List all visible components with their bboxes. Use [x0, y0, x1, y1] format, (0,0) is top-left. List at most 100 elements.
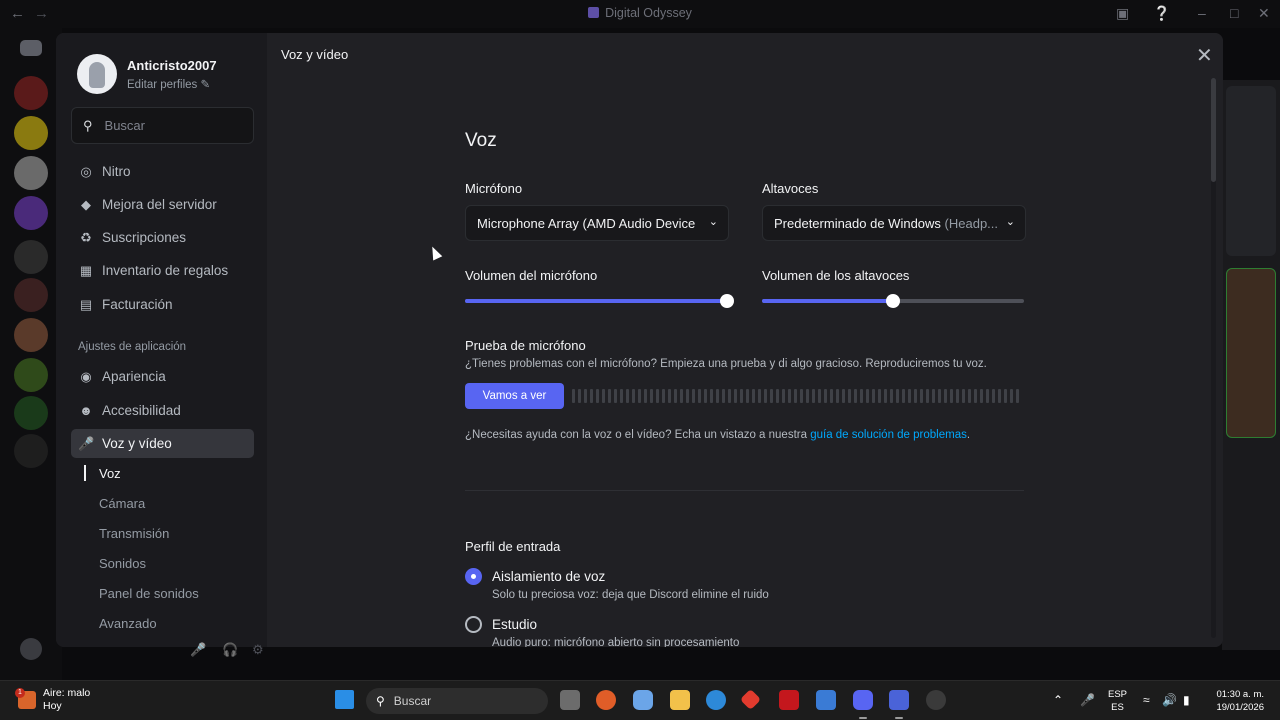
server-icon[interactable] [14, 318, 48, 352]
discord-home-icon[interactable] [20, 40, 42, 56]
help-text: ¿Necesitas ayuda con la voz o el vídeo? … [465, 429, 971, 441]
meter-bar [812, 389, 815, 403]
meter-bar [638, 389, 641, 403]
speakers-select[interactable]: Predeterminado de Windows (Headp... ⌄ [762, 205, 1026, 241]
server-icon[interactable] [14, 278, 48, 312]
sidebar-item-voice-video[interactable]: 🎤 Voz y vídeo [71, 429, 254, 458]
meter-bar [956, 389, 959, 403]
sidebar-item-accessibility[interactable]: ☻ Accesibilidad [71, 396, 254, 425]
headphones-icon[interactable]: 🎧 [222, 642, 238, 658]
meter-bar [644, 389, 647, 403]
maximize-icon[interactable]: □ [1230, 5, 1238, 21]
app-icon[interactable] [739, 688, 762, 711]
meter-bar [584, 389, 587, 403]
sub-item-soundboard[interactable]: Panel de sonidos [99, 586, 199, 601]
server-icon[interactable] [14, 196, 48, 230]
edit-profiles-link[interactable]: Editar perfiles ✎ [127, 77, 217, 91]
brave-browser-icon[interactable] [596, 690, 616, 710]
settings-search[interactable]: ⚲ Buscar [71, 107, 254, 144]
windows-start-icon[interactable] [335, 690, 354, 709]
mail-icon[interactable] [816, 690, 836, 710]
boost-icon: ◆ [81, 196, 91, 212]
palette-icon: ◉ [80, 368, 92, 384]
sub-item-sounds[interactable]: Sonidos [99, 556, 146, 571]
search-input[interactable]: Buscar [105, 118, 145, 133]
sidebar-item-nitro[interactable]: ◎ Nitro [71, 157, 254, 186]
background-card [1226, 268, 1276, 438]
server-icon[interactable] [14, 156, 48, 190]
sidebar-item-server-boost[interactable]: ◆ Mejora del servidor [71, 190, 254, 219]
server-icon[interactable] [14, 76, 48, 110]
meter-bar [710, 389, 713, 403]
discord-icon[interactable] [853, 690, 873, 710]
server-icon[interactable] [14, 434, 48, 468]
chevron-up-icon[interactable]: ⌃ [1053, 693, 1063, 707]
sidebar-item-billing[interactable]: ▤ Facturación [71, 290, 254, 319]
meter-bar [770, 389, 773, 403]
mcafee-icon[interactable] [779, 690, 799, 710]
meter-bar [728, 389, 731, 403]
radio-studio[interactable] [465, 616, 482, 633]
clock[interactable]: 01:30 a. m. 19/01/2026 [1208, 688, 1264, 714]
server-icon[interactable] [14, 358, 48, 392]
troubleshooting-link[interactable]: guía de solución de problemas [810, 429, 967, 441]
sub-item-camera[interactable]: Cámara [99, 496, 145, 511]
notification-badge: 1 [15, 688, 25, 698]
meter-bar [974, 389, 977, 403]
task-view-icon[interactable] [560, 690, 580, 710]
slider-handle[interactable] [720, 294, 734, 308]
close-window-icon[interactable]: ✕ [1258, 5, 1270, 22]
meter-bar [860, 389, 863, 403]
help-app-icon[interactable] [706, 690, 726, 710]
meter-bar [776, 389, 779, 403]
chevron-down-icon: ⌄ [1005, 216, 1015, 228]
settings-content: Voz y vídeo ✕ Voz Micrófono Microphone A… [267, 33, 1223, 647]
gear-icon[interactable]: ⚙ [252, 642, 264, 658]
help-icon[interactable]: ❔ [1153, 5, 1170, 22]
avatar[interactable] [20, 638, 42, 660]
wifi-icon[interactable]: ≈ [1143, 693, 1150, 707]
server-icon[interactable] [14, 396, 48, 430]
microphone-select[interactable]: Microphone Array (AMD Audio Device ⌄ [465, 205, 729, 241]
weather-text: Aire: malo [43, 687, 91, 699]
microphone-icon[interactable]: 🎤 [1080, 693, 1095, 707]
meter-bar [740, 389, 743, 403]
app-icon[interactable] [926, 690, 946, 710]
file-explorer-icon[interactable] [670, 690, 690, 710]
minimize-icon[interactable]: – [1198, 5, 1206, 21]
meter-bar [620, 389, 623, 403]
app-icon[interactable] [889, 690, 909, 710]
sidebar-item-gift-inventory[interactable]: ▦ Inventario de regalos [71, 256, 254, 285]
volume-icon[interactable]: 🔊 [1162, 693, 1177, 707]
option-subtitle: Audio puro: micrófono abierto sin proces… [492, 637, 740, 647]
pencil-icon: ✎ [200, 78, 211, 91]
taskbar-search[interactable]: ⚲ Buscar [366, 688, 548, 714]
scrollbar-thumb[interactable] [1211, 78, 1216, 182]
language-indicator[interactable]: ESP ES [1108, 688, 1127, 714]
sub-item-streaming[interactable]: Transmisión [99, 526, 169, 541]
mic-test-button[interactable]: Vamos a ver [465, 383, 564, 409]
sub-item-voice[interactable]: Voz [99, 466, 121, 481]
radio-voice-isolation[interactable] [465, 568, 482, 585]
inbox-icon[interactable]: ▣ [1116, 5, 1129, 22]
mute-icon[interactable]: 🎤 [190, 642, 206, 658]
slider-handle[interactable] [886, 294, 900, 308]
meter-bar [746, 389, 749, 403]
profile-header[interactable]: Anticristo2007 Editar perfiles ✎ [77, 54, 217, 94]
copilot-icon[interactable] [633, 690, 653, 710]
speaker-volume-slider[interactable] [762, 294, 1024, 308]
microphone-label: Micrófono [465, 181, 523, 196]
server-icon[interactable] [14, 116, 48, 150]
meter-bar [782, 389, 785, 403]
settings-sidebar: Anticristo2007 Editar perfiles ✎ ⚲ Busca… [56, 33, 267, 647]
close-icon[interactable]: ✕ [1196, 43, 1213, 68]
server-icon[interactable] [14, 240, 48, 274]
sidebar-item-subscriptions[interactable]: ♻ Suscripciones [71, 223, 254, 252]
meter-bar [992, 389, 995, 403]
mic-volume-slider[interactable] [465, 294, 734, 308]
battery-icon[interactable]: ▮ [1183, 693, 1190, 707]
weather-widget[interactable]: 1 Aire: malo Hoy [15, 687, 91, 713]
avatar[interactable] [77, 54, 117, 94]
sub-item-advanced[interactable]: Avanzado [99, 616, 157, 631]
sidebar-item-appearance[interactable]: ◉ Apariencia [71, 362, 254, 391]
